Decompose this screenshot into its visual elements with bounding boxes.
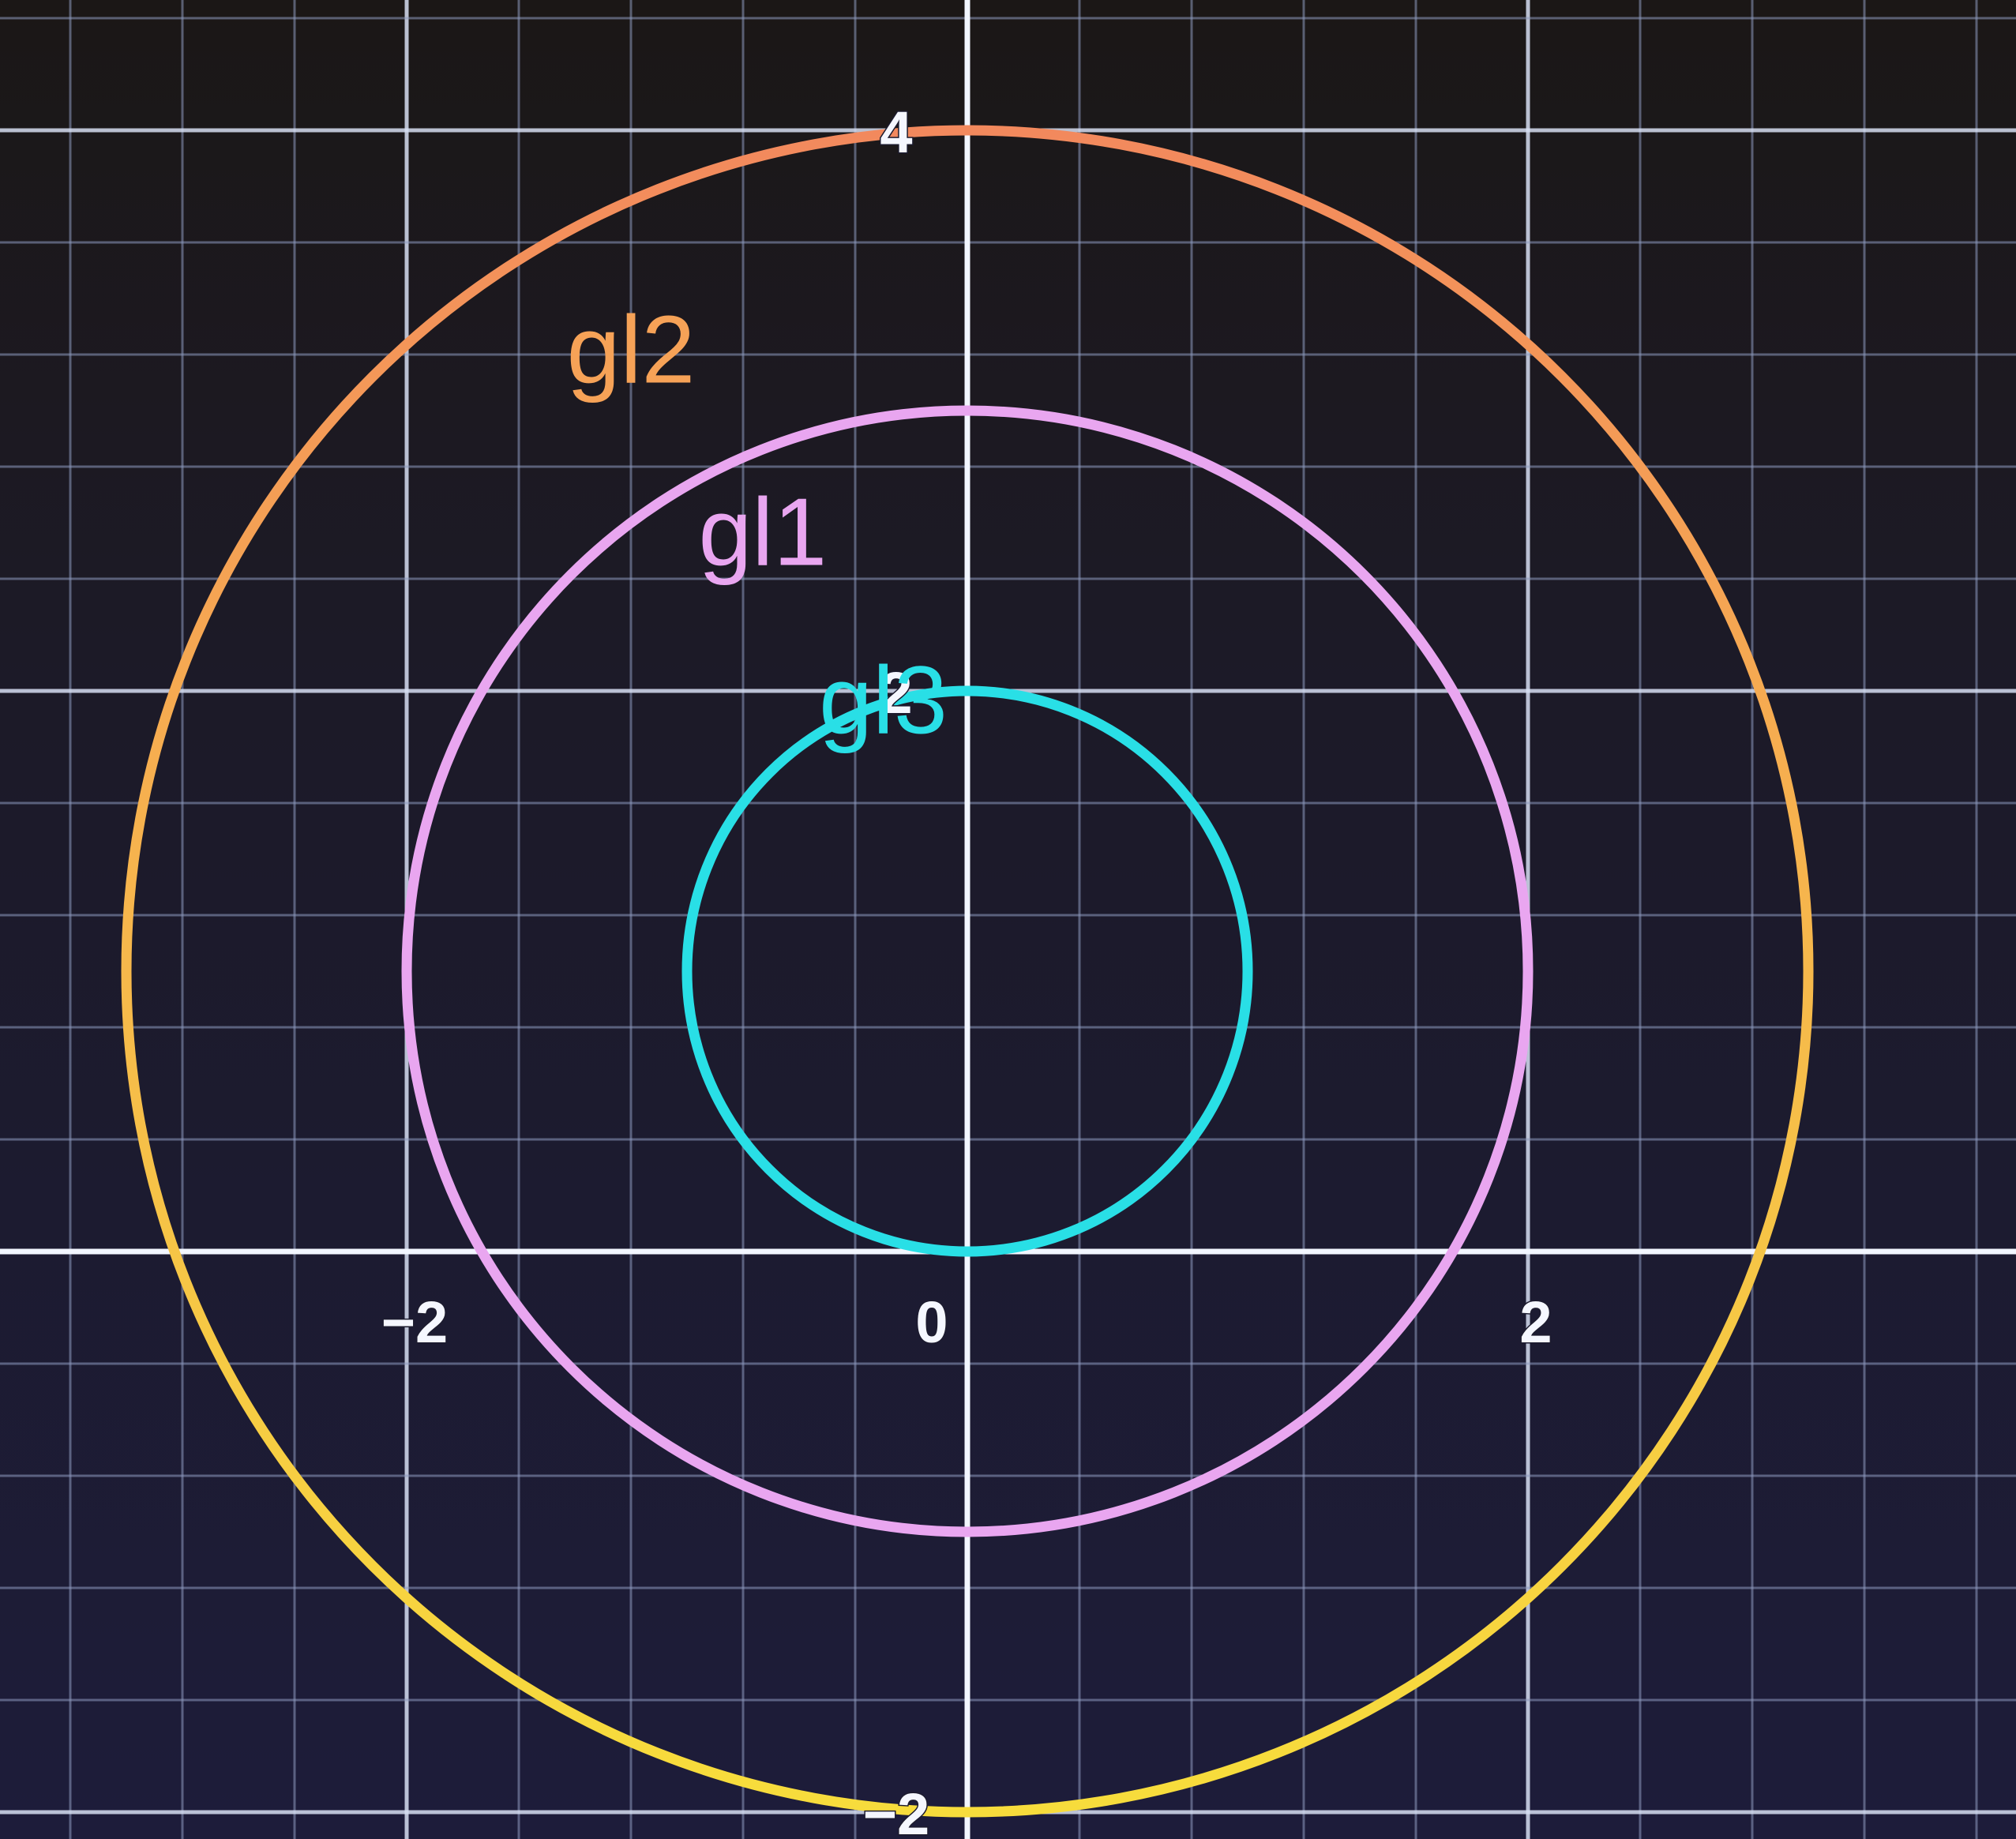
- curve-label-gl1: gl1: [698, 478, 827, 585]
- curve-label-gl2: gl2: [567, 296, 696, 403]
- x-tick-label: 2: [1519, 1289, 1552, 1355]
- x-tick-label: 0: [915, 1289, 948, 1355]
- y-tick-label: −2: [863, 1781, 929, 1839]
- curve-label-gl3: gl3: [819, 646, 948, 753]
- chart-plot: −2 0 242−2 gl1gl2gl3: [0, 0, 2016, 1839]
- x-tick-label: −2: [381, 1289, 448, 1355]
- plot-background: [0, 0, 2016, 1839]
- y-tick-label: 4: [880, 99, 912, 165]
